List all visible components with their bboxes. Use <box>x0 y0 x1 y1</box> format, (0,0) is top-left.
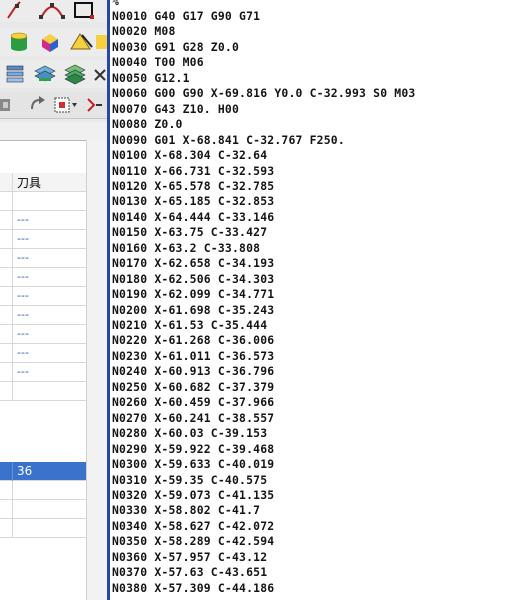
code-line: N0160 X-63.2 C-33.808 <box>112 240 261 255</box>
table-row-selected[interactable]: 36 <box>0 462 86 481</box>
code-line: N0030 G91 G28 Z0.0 <box>112 39 240 54</box>
code-line: N0360 X-57.957 C-43.12 <box>112 549 268 564</box>
table-scrollbar[interactable] <box>86 140 107 600</box>
code-line: N0020 M08 <box>112 24 176 39</box>
code-line: N0180 X-62.506 C-34.303 <box>112 271 275 286</box>
layers-c-icon[interactable] <box>63 63 87 85</box>
rect-tool-icon[interactable] <box>72 0 98 20</box>
code-line: N0340 X-58.627 C-42.072 <box>112 518 275 533</box>
code-line: N0110 X-66.731 C-32.593 <box>112 163 275 178</box>
code-line: N0350 X-58.289 C-42.594 <box>112 534 275 549</box>
table-header-row: 刀具 <box>0 173 86 192</box>
code-line: N0230 X-61.011 C-36.573 <box>112 348 275 363</box>
code-line: N0330 X-58.802 C-41.7 <box>112 503 261 518</box>
code-line: N0090 G01 X-68.841 C-32.767 F250. <box>112 132 345 147</box>
layers-a-icon[interactable] <box>3 63 27 85</box>
code-line: N0130 X-65.185 C-32.853 <box>112 194 275 209</box>
code-line: N0270 X-60.241 C-38.557 <box>112 410 275 425</box>
table-row[interactable]: --- <box>0 211 86 230</box>
panel-separator <box>0 122 107 140</box>
code-line: N0380 X-57.309 C-44.186 <box>112 580 275 595</box>
table-row[interactable]: --- <box>0 363 86 382</box>
table-row[interactable]: --- <box>0 230 86 249</box>
toolbar-row-4 <box>0 92 107 119</box>
table-row[interactable] <box>0 519 86 538</box>
code-line: N0050 G12.1 <box>112 70 190 85</box>
toolbar-row-3 <box>0 60 107 88</box>
table-row[interactable]: --- <box>0 325 86 344</box>
nc-code-view[interactable]: % N0010 G40 G17 G90 G71 N0020 M08 N0030 G9… <box>110 0 520 600</box>
left-panel: 刀具 --- --- --- --- --- --- --- --- --- 3… <box>0 0 107 600</box>
toolbar-row-2 <box>0 28 107 56</box>
table-row[interactable]: --- <box>0 268 86 287</box>
code-line: N0280 X-60.03 C-39.153 <box>112 426 268 441</box>
code-line: N0260 X-60.459 C-37.966 <box>112 395 275 410</box>
code-header: % <box>112 0 120 8</box>
code-line: N0190 X-62.099 C-34.771 <box>112 287 275 302</box>
arc-tool-icon[interactable] <box>38 0 66 20</box>
table-row[interactable] <box>0 192 86 211</box>
code-line: N0070 G43 Z10. H00 <box>112 101 240 116</box>
column-header-tool[interactable]: 刀具 <box>17 174 41 191</box>
code-line: N0010 G40 G17 G90 G71 <box>112 9 261 23</box>
redo-icon[interactable] <box>28 95 48 115</box>
ruler-icon[interactable] <box>96 33 107 51</box>
code-line: N0220 X-61.268 C-36.006 <box>112 333 275 348</box>
code-line: N0150 X-63.75 C-33.427 <box>112 225 268 240</box>
stock-icon[interactable] <box>68 31 94 53</box>
step-icon[interactable] <box>84 95 104 115</box>
misc-icon[interactable] <box>93 66 107 84</box>
table-row[interactable]: --- <box>0 249 86 268</box>
table-row[interactable] <box>0 481 86 500</box>
table-row[interactable]: --- <box>0 344 86 363</box>
select-icon[interactable] <box>54 95 78 115</box>
code-line: N0250 X-60.682 C-37.379 <box>112 379 275 394</box>
code-line: N0140 X-64.444 C-33.146 <box>112 209 275 224</box>
code-line: N0080 Z0.0 <box>112 117 183 132</box>
toolbar-row-1 <box>0 0 107 22</box>
cylinder-icon[interactable] <box>8 31 30 53</box>
code-line: N0310 X-59.35 C-40.575 <box>112 472 268 487</box>
code-line: N0300 X-59.633 C-40.019 <box>112 457 275 471</box>
curve-tool-icon[interactable] <box>6 0 32 20</box>
code-line: N0290 X-59.922 C-39.468 <box>112 441 275 456</box>
code-line: N0100 X-68.304 C-32.64 <box>112 148 268 162</box>
table-row[interactable] <box>0 382 86 401</box>
code-line: N0120 X-65.578 C-32.785 <box>112 178 275 193</box>
table-row[interactable] <box>0 500 86 519</box>
box-icon[interactable] <box>38 31 62 53</box>
code-line: N0370 X-57.63 C-43.651 <box>112 565 268 580</box>
layers-b-icon[interactable] <box>33 63 57 85</box>
code-line: N0210 X-61.53 C-35.444 <box>112 318 268 332</box>
table-row[interactable]: --- <box>0 287 86 306</box>
code-line: N0060 G00 G90 X-69.816 Y0.0 C-32.993 S0 … <box>112 86 416 101</box>
code-line: N0170 X-62.658 C-34.193 <box>112 256 275 271</box>
table-row[interactable]: --- <box>0 306 86 325</box>
code-line: N0320 X-59.073 C-41.135 <box>112 487 275 502</box>
code-line: N0040 T00 M06 <box>112 55 204 70</box>
refresh-icon[interactable] <box>0 95 14 115</box>
tool-table: 刀具 --- --- --- --- --- --- --- --- --- 3… <box>0 140 86 600</box>
code-line: N0240 X-60.913 C-36.796 <box>112 364 275 379</box>
code-line: N0200 X-61.698 C-35.243 <box>112 302 275 317</box>
